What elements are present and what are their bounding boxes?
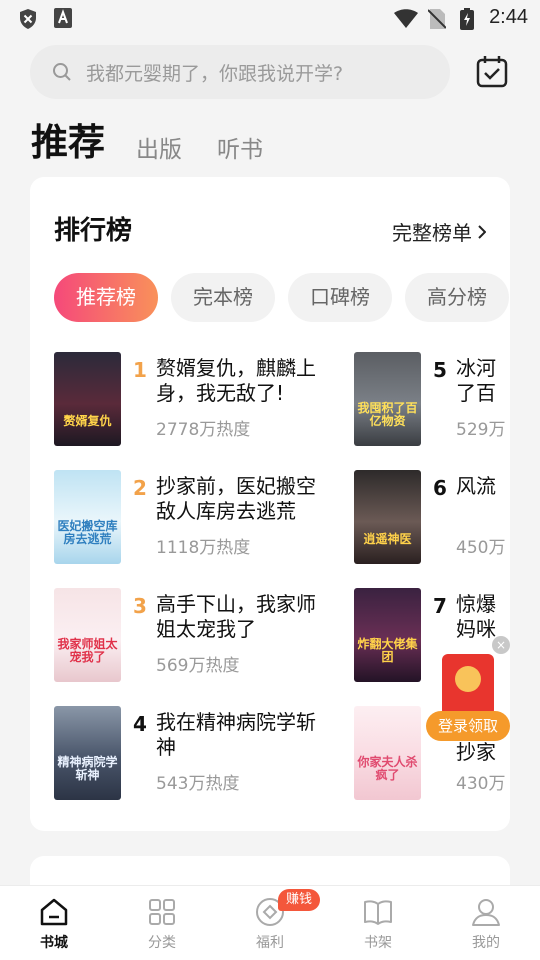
close-icon[interactable]: × [492, 636, 510, 654]
book-cover: 医妃搬空库房去逃荒 [54, 470, 121, 564]
nav-label: 书城 [40, 935, 68, 951]
rank-number: 4 [133, 712, 147, 736]
chip-recommend[interactable]: 推荐榜 [54, 273, 158, 322]
battery-charging-icon [460, 8, 474, 34]
list-item[interactable]: 我囤积了百亿物资 5 冰河了百 529万 [354, 352, 510, 448]
grid-icon [146, 896, 178, 928]
nav-label: 福利 [256, 935, 284, 951]
book-icon [362, 896, 394, 928]
book-heat: 430万 [456, 774, 506, 794]
status-time: 2:44 [489, 6, 528, 28]
ranking-chips: 推荐榜 完本榜 口碑榜 高分榜 [54, 273, 510, 323]
red-envelope-icon [442, 654, 494, 716]
app-a-icon [54, 8, 72, 32]
book-cover: 精神病院学斩神 [54, 706, 121, 800]
book-title: 抄家前，医妃搬空敌人库房去逃荒 [156, 474, 316, 523]
list-item[interactable]: 逍遥神医 6 风流 450万 [354, 470, 510, 566]
full-list-label: 完整榜单 [392, 221, 472, 245]
tab-publish[interactable]: 出版 [136, 130, 182, 164]
chip-reputation[interactable]: 口碑榜 [288, 273, 392, 322]
rank-number: 7 [433, 594, 447, 618]
chevron-right-icon [478, 220, 487, 244]
book-cover: 我囤积了百亿物资 [354, 352, 421, 446]
nav-profile[interactable]: 我的 [432, 886, 540, 960]
nav-bookstore[interactable]: 书城 [0, 886, 108, 960]
book-title: 赘婿复仇，麒麟上身，我无敌了! [156, 356, 316, 405]
list-item[interactable]: 赘婿复仇 1 赘婿复仇，麒麟上身，我无敌了! 2778万热度 [54, 352, 354, 448]
nav-label: 我的 [472, 935, 500, 951]
search-input[interactable]: 我都元婴期了，你跟我说开学? [30, 45, 450, 99]
status-bar: 2:44 [0, 0, 540, 36]
nav-category[interactable]: 分类 [108, 886, 216, 960]
chip-high-score[interactable]: 高分榜 [405, 273, 509, 322]
book-title: 风流 [456, 474, 496, 498]
book-cover: 炸翻大佬集团 [354, 588, 421, 682]
book-cover: 你家夫人杀疯了 [354, 706, 421, 800]
rank-number: 1 [133, 358, 147, 382]
book-title: 惊爆妈咪 [456, 592, 496, 641]
profile-icon [470, 896, 502, 928]
login-reward-float[interactable]: × 登录领取 [426, 636, 518, 746]
book-title: 冰河了百 [456, 356, 496, 405]
wifi-icon [393, 9, 419, 33]
no-sim-icon [427, 8, 447, 34]
shield-icon [18, 8, 38, 34]
book-cover: 逍遥神医 [354, 470, 421, 564]
chip-completed[interactable]: 完本榜 [171, 273, 275, 322]
search-placeholder: 我都元婴期了，你跟我说开学? [86, 63, 344, 85]
rank-number: 2 [133, 476, 147, 500]
list-item[interactable]: 医妃搬空库房去逃荒 2 抄家前，医妃搬空敌人库房去逃荒 1118万热度 [54, 470, 354, 566]
calendar-check-button[interactable] [472, 52, 512, 92]
tab-audiobook[interactable]: 听书 [217, 130, 263, 164]
earn-money-badge: 赚钱 [278, 889, 320, 911]
book-heat: 529万 [456, 420, 506, 440]
book-title: 高手下山，我家师姐太宠我了 [156, 592, 316, 641]
home-icon [38, 896, 70, 928]
book-cover: 赘婿复仇 [54, 352, 121, 446]
book-heat: 1118万热度 [156, 538, 251, 558]
login-reward-label[interactable]: 登录领取 [426, 711, 510, 741]
nav-label: 书架 [364, 935, 392, 951]
rank-number: 3 [133, 594, 147, 618]
book-heat: 450万 [456, 538, 506, 558]
book-heat: 2778万热度 [156, 420, 251, 440]
tab-recommend[interactable]: 推荐 [31, 112, 105, 166]
search-icon [52, 62, 72, 86]
bottom-nav: 书城 分类 福利 书架 我的 [0, 885, 540, 960]
nav-bookshelf[interactable]: 书架 [324, 886, 432, 960]
book-heat: 543万热度 [156, 774, 240, 794]
ranking-title: 排行榜 [54, 216, 133, 246]
rank-number: 6 [433, 476, 447, 500]
calendar-check-icon [472, 56, 512, 96]
rank-number: 5 [433, 358, 447, 382]
book-heat: 569万热度 [156, 656, 240, 676]
full-list-button[interactable]: 完整榜单 [392, 217, 487, 246]
book-cover: 我家师姐太宠我了 [54, 588, 121, 682]
list-item[interactable]: 我家师姐太宠我了 3 高手下山，我家师姐太宠我了 569万热度 [54, 588, 354, 684]
book-title: 我在精神病院学斩神 [156, 710, 316, 759]
nav-label: 分类 [148, 935, 176, 951]
list-item[interactable]: 精神病院学斩神 4 我在精神病院学斩神 543万热度 [54, 706, 354, 802]
